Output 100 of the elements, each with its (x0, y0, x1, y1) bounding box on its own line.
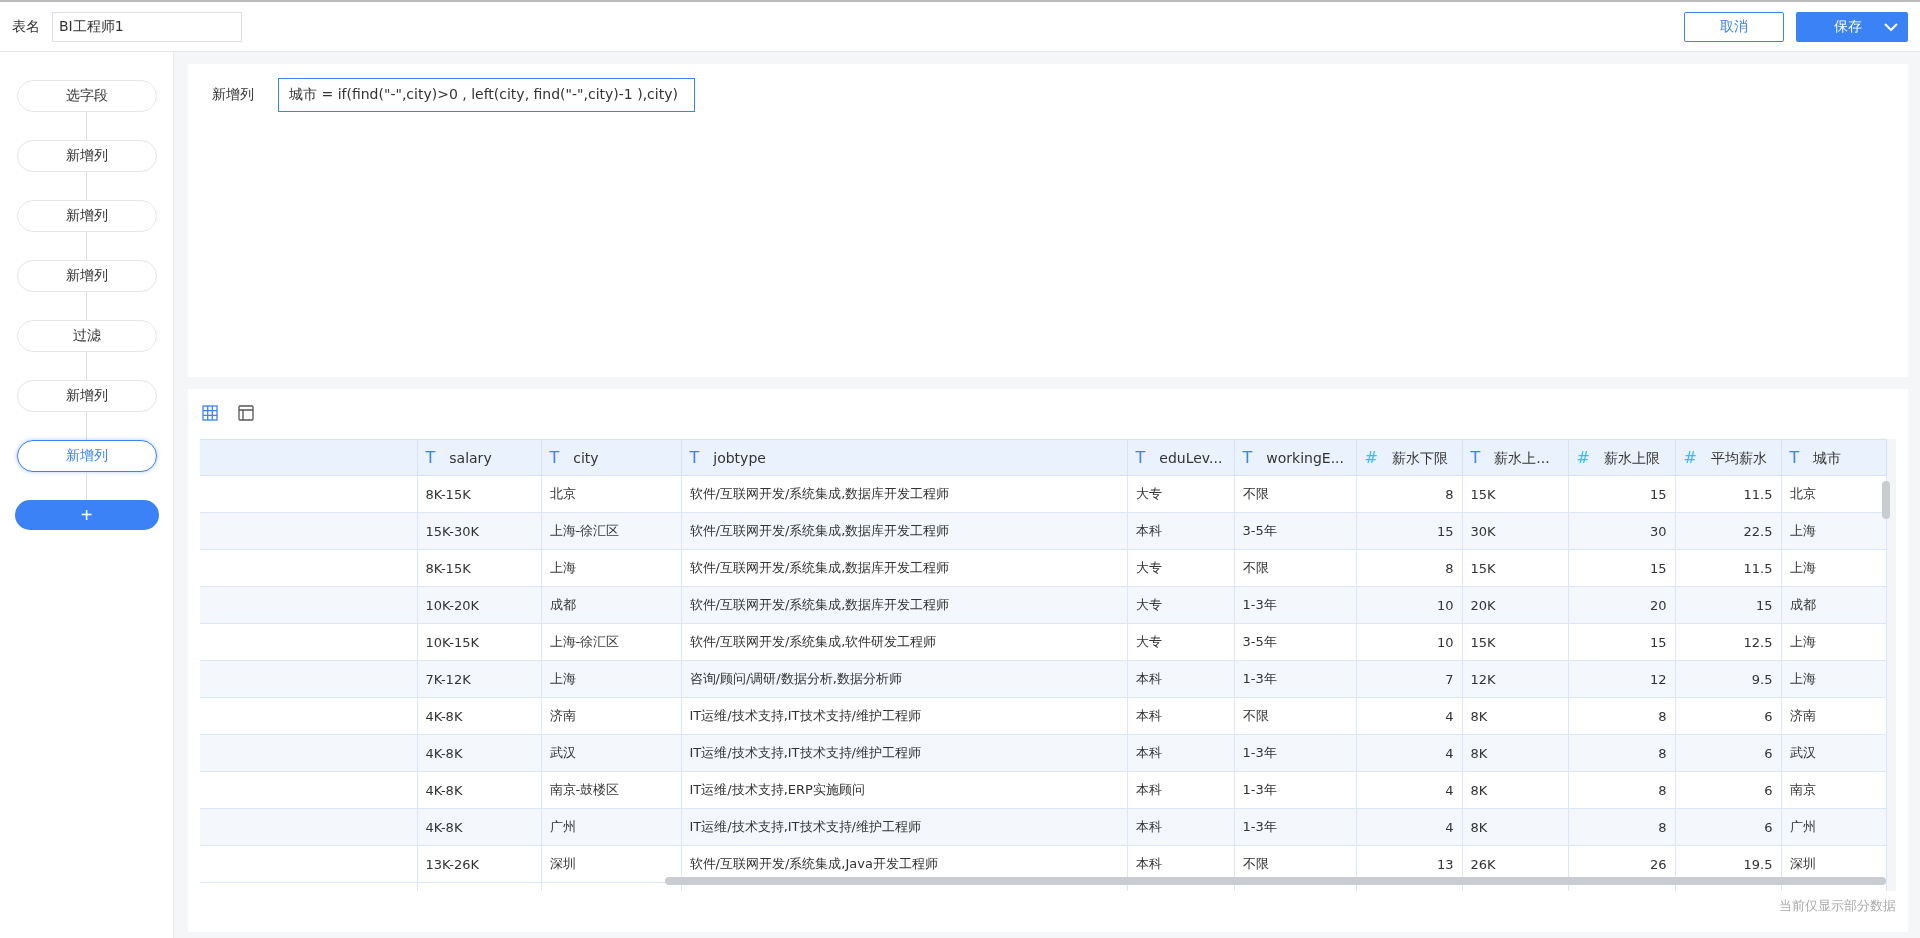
column-header[interactable]: workingE... (1266, 450, 1344, 466)
table-cell: 本科 (1127, 697, 1234, 735)
column-header[interactable]: 城市 (1813, 449, 1842, 466)
text-type-icon: T (1470, 447, 1481, 467)
table-cell: 10K-15K (417, 623, 541, 661)
table-cell: 7 (1356, 660, 1462, 698)
table-cell: 4 (1356, 697, 1462, 735)
table-cell: 12K (1462, 660, 1568, 698)
column-header[interactable]: city (573, 450, 599, 466)
table-cell: 15K (1462, 475, 1568, 513)
vertical-scrollbar[interactable] (1882, 481, 1890, 519)
horizontal-scrollbar[interactable] (665, 877, 1886, 885)
table-cell: 本科 (1127, 734, 1234, 772)
table-cell: 大专 (1127, 475, 1234, 513)
table-cell: 10 (1356, 586, 1462, 624)
table-cell: 上海 (1781, 549, 1886, 587)
table-cell: 8 (1356, 475, 1462, 513)
table-cell: 20 (1568, 586, 1675, 624)
table-cell: 8K (1462, 734, 1568, 772)
step-button[interactable]: 新增列 (16, 260, 157, 292)
table-cell: 软件/互联网开发/系统集成,数据库开发工程师 (681, 586, 1127, 624)
table-cell: 4K-8K (417, 734, 541, 772)
table-cell: 6 (1675, 734, 1781, 772)
table-cell: IT运维/技术支持,IT技术支持/维护工程师 (681, 734, 1127, 772)
layout-icon[interactable] (238, 405, 254, 421)
table-cell: 南京-鼓楼区 (541, 771, 681, 809)
table-cell: 上海 (1781, 660, 1886, 698)
text-type-icon: T (1242, 448, 1253, 467)
text-type-icon: T (549, 448, 560, 467)
table-cell: 本科 (1127, 660, 1234, 698)
table-cell: 软件/互联网开发/系统集成,数据库开发工程师 (681, 549, 1127, 587)
table-cell: 北京 (541, 475, 681, 513)
table-cell: 本科 (1127, 771, 1234, 809)
number-type-icon: # (1683, 447, 1697, 467)
text-type-icon: T (689, 448, 700, 467)
number-type-icon: # (1364, 447, 1378, 467)
table-cell: 上海-徐汇区 (541, 623, 681, 661)
column-header[interactable]: 薪水下限 (1391, 449, 1448, 466)
table-cell: IT运维/技术支持,IT技术支持/维护工程师 (681, 808, 1127, 846)
column-header[interactable]: 薪水上... (1494, 449, 1550, 466)
table-name-field[interactable]: BI工程师1 (52, 11, 242, 42)
step-button[interactable]: 新增列 (16, 200, 157, 232)
table-cell: 不限 (1234, 475, 1356, 513)
save-button[interactable]: 保存 (1796, 11, 1908, 42)
table-cell: 本科 (1127, 808, 1234, 846)
table-cell: 8 (1568, 771, 1675, 809)
table-cell: 11.5 (1675, 549, 1781, 587)
table-cell: 12 (1568, 660, 1675, 698)
step-button[interactable]: 过滤 (16, 320, 157, 352)
table-cell: 15 (1568, 549, 1675, 587)
table-cell: 10K-20K (417, 586, 541, 624)
table-cell: 成都 (1781, 586, 1886, 624)
table-cell: 9.5 (1675, 660, 1781, 698)
table-cell: 6 (1675, 697, 1781, 735)
table-cell: 30 (1568, 512, 1675, 550)
step-button[interactable]: 选字段 (16, 80, 157, 112)
table-cell: 软件/互联网开发/系统集成,数据库开发工程师 (681, 512, 1127, 550)
table-cell: 广州 (1781, 808, 1886, 846)
table-cell: 济南 (541, 697, 681, 735)
cancel-button[interactable]: 取消 (1684, 11, 1784, 42)
table-cell: 济南 (1781, 697, 1886, 735)
formula-label: 新增列 (212, 86, 254, 104)
table-cell: 软件/互联网开发/系统集成,数据库开发工程师 (681, 475, 1127, 513)
table-cell: 大专 (1127, 549, 1234, 587)
table-cell: 12.5 (1675, 623, 1781, 661)
table-cell: 1-3年 (1234, 660, 1356, 698)
table-cell: 15K (1462, 623, 1568, 661)
table-cell: 不限 (1234, 697, 1356, 735)
column-header[interactable]: 薪水上限 (1603, 449, 1660, 466)
table-cell: 上海 (541, 660, 681, 698)
table-cell: 15K (1462, 549, 1568, 587)
table-cell: 软件/互联网开发/系统集成,软件研发工程师 (681, 623, 1127, 661)
table-cell: 广州 (541, 808, 681, 846)
table-cell: 22.5 (1675, 512, 1781, 550)
step-button[interactable]: 新增列 (16, 380, 157, 412)
step-button[interactable]: 新增列 (16, 440, 157, 472)
table-cell: 上海 (541, 549, 681, 587)
table-cell: 成都 (541, 586, 681, 624)
column-header[interactable]: jobtype (713, 450, 766, 466)
formula-field[interactable]: 城市 = if(find("-",city)>0 , left(city, find("-",city)-1 ),city) (278, 78, 695, 112)
table-cell: 8K-15K (417, 549, 541, 587)
table-cell: 20K (1462, 586, 1568, 624)
column-header[interactable]: salary (449, 450, 492, 466)
table-cell: 4 (1356, 734, 1462, 772)
step-button[interactable]: 新增列 (16, 140, 157, 172)
column-header[interactable]: eduLev... (1159, 450, 1223, 466)
table-cell: 上海 (1781, 512, 1886, 550)
number-type-icon: # (1576, 447, 1590, 467)
table-cell: 本科 (1127, 512, 1234, 550)
table-cell: 4K-8K (417, 808, 541, 846)
table-cell: 15 (1675, 586, 1781, 624)
table-cell: 8 (1568, 734, 1675, 772)
table-cell: 大专 (1127, 586, 1234, 624)
add-step-button[interactable]: + (14, 500, 159, 530)
table-cell: 15K-30K (417, 512, 541, 550)
table-cell: 1-3年 (1234, 808, 1356, 846)
table-cell: 6 (1675, 771, 1781, 809)
grid-icon[interactable] (202, 405, 218, 421)
table-cell: 1-3年 (1234, 771, 1356, 809)
column-header[interactable]: 平均薪水 (1710, 449, 1767, 466)
